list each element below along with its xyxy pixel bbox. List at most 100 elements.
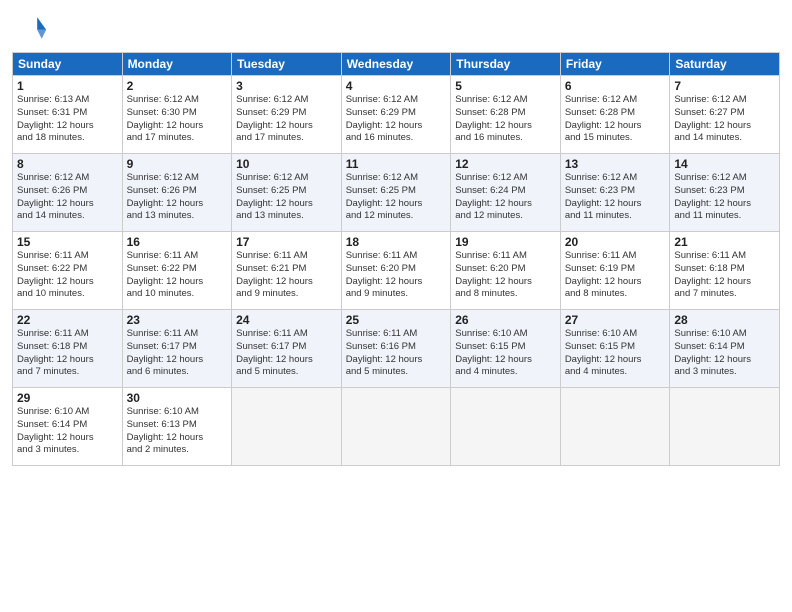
logo: [12, 10, 52, 46]
day-number: 14: [674, 157, 775, 171]
weekday-header-row: SundayMondayTuesdayWednesdayThursdayFrid…: [13, 53, 780, 76]
calendar-day-cell: 26 Sunrise: 6:10 AM Sunset: 6:15 PM Dayl…: [451, 310, 561, 388]
day-number: 25: [346, 313, 447, 327]
day-info: Sunrise: 6:12 AM Sunset: 6:23 PM Dayligh…: [565, 172, 666, 223]
day-info: Sunrise: 6:12 AM Sunset: 6:25 PM Dayligh…: [346, 172, 447, 223]
day-info: Sunrise: 6:12 AM Sunset: 6:23 PM Dayligh…: [674, 172, 775, 223]
day-number: 2: [127, 79, 228, 93]
calendar-day-cell: [341, 388, 451, 466]
calendar-day-cell: 28 Sunrise: 6:10 AM Sunset: 6:14 PM Dayl…: [670, 310, 780, 388]
day-info: Sunrise: 6:12 AM Sunset: 6:30 PM Dayligh…: [127, 94, 228, 145]
calendar-day-cell: 10 Sunrise: 6:12 AM Sunset: 6:25 PM Dayl…: [232, 154, 342, 232]
day-info: Sunrise: 6:12 AM Sunset: 6:26 PM Dayligh…: [17, 172, 118, 223]
calendar-day-cell: 21 Sunrise: 6:11 AM Sunset: 6:18 PM Dayl…: [670, 232, 780, 310]
day-info: Sunrise: 6:11 AM Sunset: 6:18 PM Dayligh…: [674, 250, 775, 301]
day-number: 8: [17, 157, 118, 171]
calendar-day-cell: 15 Sunrise: 6:11 AM Sunset: 6:22 PM Dayl…: [13, 232, 123, 310]
day-number: 4: [346, 79, 447, 93]
calendar-day-cell: 16 Sunrise: 6:11 AM Sunset: 6:22 PM Dayl…: [122, 232, 232, 310]
day-number: 7: [674, 79, 775, 93]
day-info: Sunrise: 6:12 AM Sunset: 6:28 PM Dayligh…: [565, 94, 666, 145]
calendar-day-cell: 5 Sunrise: 6:12 AM Sunset: 6:28 PM Dayli…: [451, 76, 561, 154]
calendar-day-cell: 20 Sunrise: 6:11 AM Sunset: 6:19 PM Dayl…: [560, 232, 670, 310]
weekday-header: Monday: [122, 53, 232, 76]
calendar-week-row: 29 Sunrise: 6:10 AM Sunset: 6:14 PM Dayl…: [13, 388, 780, 466]
day-number: 10: [236, 157, 337, 171]
calendar-day-cell: 17 Sunrise: 6:11 AM Sunset: 6:21 PM Dayl…: [232, 232, 342, 310]
day-info: Sunrise: 6:10 AM Sunset: 6:15 PM Dayligh…: [565, 328, 666, 379]
calendar-day-cell: 19 Sunrise: 6:11 AM Sunset: 6:20 PM Dayl…: [451, 232, 561, 310]
weekday-header: Friday: [560, 53, 670, 76]
calendar-day-cell: [560, 388, 670, 466]
weekday-header: Tuesday: [232, 53, 342, 76]
day-number: 23: [127, 313, 228, 327]
day-number: 17: [236, 235, 337, 249]
weekday-header: Wednesday: [341, 53, 451, 76]
calendar-day-cell: 8 Sunrise: 6:12 AM Sunset: 6:26 PM Dayli…: [13, 154, 123, 232]
weekday-header: Sunday: [13, 53, 123, 76]
calendar-day-cell: 1 Sunrise: 6:13 AM Sunset: 6:31 PM Dayli…: [13, 76, 123, 154]
day-number: 20: [565, 235, 666, 249]
day-info: Sunrise: 6:11 AM Sunset: 6:19 PM Dayligh…: [565, 250, 666, 301]
day-info: Sunrise: 6:10 AM Sunset: 6:14 PM Dayligh…: [674, 328, 775, 379]
day-number: 16: [127, 235, 228, 249]
calendar-day-cell: 12 Sunrise: 6:12 AM Sunset: 6:24 PM Dayl…: [451, 154, 561, 232]
calendar-day-cell: 13 Sunrise: 6:12 AM Sunset: 6:23 PM Dayl…: [560, 154, 670, 232]
day-number: 6: [565, 79, 666, 93]
day-number: 19: [455, 235, 556, 249]
day-info: Sunrise: 6:11 AM Sunset: 6:20 PM Dayligh…: [455, 250, 556, 301]
day-info: Sunrise: 6:11 AM Sunset: 6:22 PM Dayligh…: [127, 250, 228, 301]
day-info: Sunrise: 6:11 AM Sunset: 6:16 PM Dayligh…: [346, 328, 447, 379]
calendar-day-cell: 23 Sunrise: 6:11 AM Sunset: 6:17 PM Dayl…: [122, 310, 232, 388]
day-info: Sunrise: 6:11 AM Sunset: 6:22 PM Dayligh…: [17, 250, 118, 301]
day-number: 28: [674, 313, 775, 327]
day-number: 26: [455, 313, 556, 327]
calendar-day-cell: 24 Sunrise: 6:11 AM Sunset: 6:17 PM Dayl…: [232, 310, 342, 388]
day-info: Sunrise: 6:11 AM Sunset: 6:20 PM Dayligh…: [346, 250, 447, 301]
calendar-day-cell: 18 Sunrise: 6:11 AM Sunset: 6:20 PM Dayl…: [341, 232, 451, 310]
calendar-week-row: 15 Sunrise: 6:11 AM Sunset: 6:22 PM Dayl…: [13, 232, 780, 310]
day-number: 18: [346, 235, 447, 249]
calendar-day-cell: 14 Sunrise: 6:12 AM Sunset: 6:23 PM Dayl…: [670, 154, 780, 232]
calendar-day-cell: [670, 388, 780, 466]
calendar-day-cell: 11 Sunrise: 6:12 AM Sunset: 6:25 PM Dayl…: [341, 154, 451, 232]
day-number: 9: [127, 157, 228, 171]
day-number: 22: [17, 313, 118, 327]
calendar-day-cell: 6 Sunrise: 6:12 AM Sunset: 6:28 PM Dayli…: [560, 76, 670, 154]
day-info: Sunrise: 6:10 AM Sunset: 6:13 PM Dayligh…: [127, 406, 228, 457]
day-info: Sunrise: 6:10 AM Sunset: 6:14 PM Dayligh…: [17, 406, 118, 457]
calendar-day-cell: 2 Sunrise: 6:12 AM Sunset: 6:30 PM Dayli…: [122, 76, 232, 154]
day-info: Sunrise: 6:12 AM Sunset: 6:29 PM Dayligh…: [346, 94, 447, 145]
calendar-day-cell: 4 Sunrise: 6:12 AM Sunset: 6:29 PM Dayli…: [341, 76, 451, 154]
day-info: Sunrise: 6:11 AM Sunset: 6:17 PM Dayligh…: [236, 328, 337, 379]
day-number: 11: [346, 157, 447, 171]
day-info: Sunrise: 6:12 AM Sunset: 6:25 PM Dayligh…: [236, 172, 337, 223]
day-info: Sunrise: 6:12 AM Sunset: 6:26 PM Dayligh…: [127, 172, 228, 223]
day-number: 3: [236, 79, 337, 93]
day-info: Sunrise: 6:12 AM Sunset: 6:29 PM Dayligh…: [236, 94, 337, 145]
weekday-header: Saturday: [670, 53, 780, 76]
calendar-day-cell: 9 Sunrise: 6:12 AM Sunset: 6:26 PM Dayli…: [122, 154, 232, 232]
calendar-week-row: 8 Sunrise: 6:12 AM Sunset: 6:26 PM Dayli…: [13, 154, 780, 232]
day-number: 29: [17, 391, 118, 405]
day-info: Sunrise: 6:11 AM Sunset: 6:17 PM Dayligh…: [127, 328, 228, 379]
weekday-header: Thursday: [451, 53, 561, 76]
day-info: Sunrise: 6:12 AM Sunset: 6:24 PM Dayligh…: [455, 172, 556, 223]
day-number: 21: [674, 235, 775, 249]
day-info: Sunrise: 6:11 AM Sunset: 6:18 PM Dayligh…: [17, 328, 118, 379]
day-number: 13: [565, 157, 666, 171]
day-number: 24: [236, 313, 337, 327]
calendar-day-cell: 22 Sunrise: 6:11 AM Sunset: 6:18 PM Dayl…: [13, 310, 123, 388]
header: [12, 10, 780, 46]
calendar-table: SundayMondayTuesdayWednesdayThursdayFrid…: [12, 52, 780, 466]
page-container: SundayMondayTuesdayWednesdayThursdayFrid…: [0, 0, 792, 612]
calendar-day-cell: [232, 388, 342, 466]
calendar-day-cell: 30 Sunrise: 6:10 AM Sunset: 6:13 PM Dayl…: [122, 388, 232, 466]
day-number: 27: [565, 313, 666, 327]
calendar-day-cell: 29 Sunrise: 6:10 AM Sunset: 6:14 PM Dayl…: [13, 388, 123, 466]
day-number: 1: [17, 79, 118, 93]
day-number: 15: [17, 235, 118, 249]
day-info: Sunrise: 6:12 AM Sunset: 6:27 PM Dayligh…: [674, 94, 775, 145]
calendar-day-cell: 3 Sunrise: 6:12 AM Sunset: 6:29 PM Dayli…: [232, 76, 342, 154]
day-number: 30: [127, 391, 228, 405]
